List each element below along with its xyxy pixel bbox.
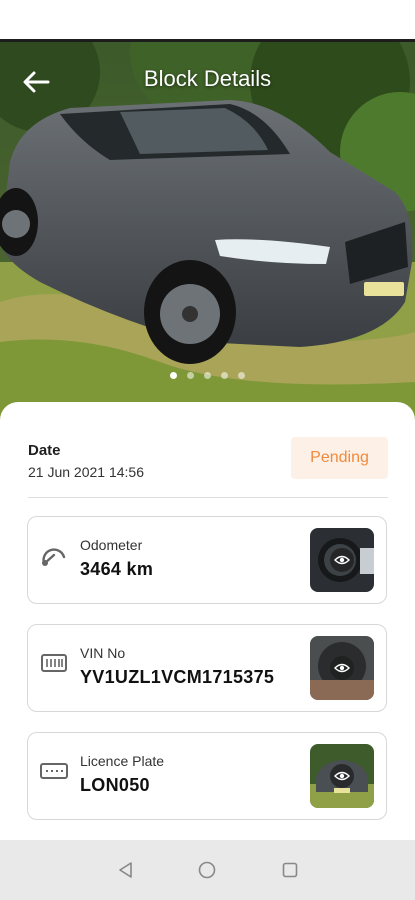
status-badge: Pending	[291, 437, 388, 479]
odometer-photo[interactable]	[310, 528, 374, 592]
licence-plate-icon	[40, 763, 68, 779]
vin-photo[interactable]	[310, 636, 374, 700]
pagination-dot[interactable]	[170, 372, 177, 379]
status-bar	[0, 0, 415, 42]
nav-recents-icon	[282, 862, 298, 878]
gallery-pagination	[0, 372, 415, 379]
odometer-card[interactable]: Odometer 3464 km	[27, 516, 387, 604]
divider	[28, 497, 388, 498]
nav-back-button[interactable]	[113, 858, 137, 882]
nav-home-icon	[199, 861, 216, 879]
eye-icon	[334, 555, 350, 565]
licence-plate-label: Licence Plate	[80, 753, 165, 769]
odometer-icon	[42, 548, 66, 566]
page-title: Block Details	[143, 66, 272, 91]
licence-plate-value: LON050	[80, 775, 150, 795]
vin-label: VIN No	[80, 645, 126, 661]
nav-back-icon	[119, 862, 132, 878]
nav-home-button[interactable]	[195, 858, 219, 882]
licence-plate-card[interactable]: Licence Plate LON050	[27, 732, 387, 820]
vin-icon	[41, 654, 67, 672]
pagination-dot[interactable]	[204, 372, 211, 379]
eye-icon	[334, 663, 350, 673]
nav-recents-button[interactable]	[278, 858, 302, 882]
eye-icon	[334, 771, 350, 781]
vehicle-photo-gallery[interactable]: Block Details	[0, 42, 415, 430]
pagination-dot[interactable]	[238, 372, 245, 379]
view-photo-button[interactable]	[330, 548, 354, 572]
odometer-label: Odometer	[80, 537, 143, 553]
view-photo-button[interactable]	[330, 656, 354, 680]
pagination-dot[interactable]	[187, 372, 194, 379]
vin-value: YV1UZL1VCM1715375	[80, 667, 275, 687]
system-navigation-bar	[0, 840, 415, 900]
date-label: Date	[28, 442, 61, 459]
date-value: 21 Jun 2021 14:56	[28, 464, 144, 480]
licence-plate-photo[interactable]	[310, 744, 374, 808]
pagination-dot[interactable]	[221, 372, 228, 379]
details-sheet: Date 21 Jun 2021 14:56 Pending Odometer …	[0, 402, 415, 840]
vin-card[interactable]: VIN No YV1UZL1VCM1715375	[27, 624, 387, 712]
view-photo-button[interactable]	[330, 764, 354, 788]
odometer-value: 3464 km	[80, 559, 154, 579]
